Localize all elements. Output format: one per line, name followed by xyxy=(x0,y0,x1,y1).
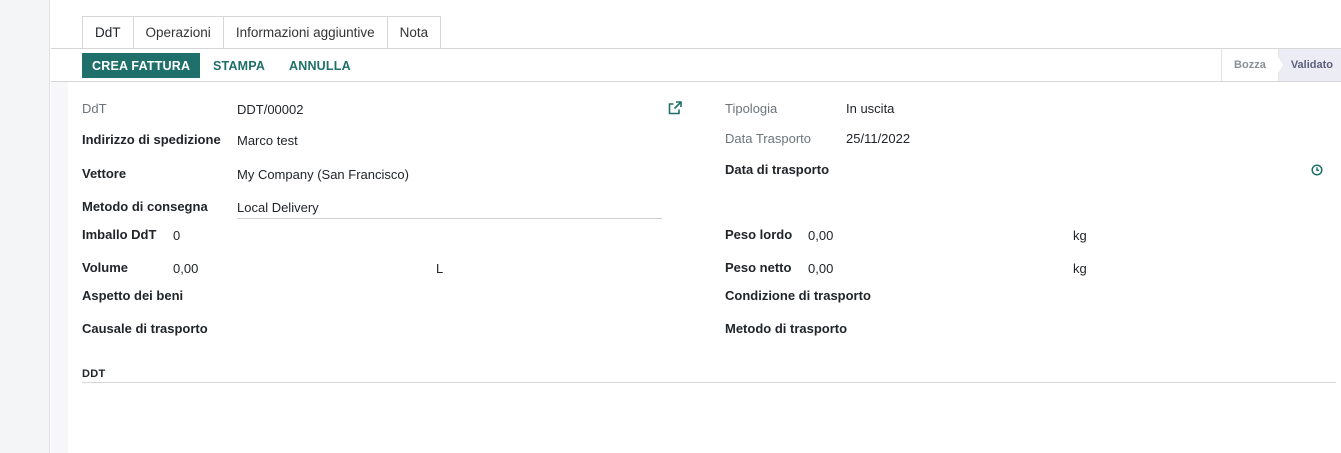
causale-trasporto-label: Causale di trasporto xyxy=(82,321,208,336)
peso-netto-value[interactable]: 0,00 xyxy=(808,261,833,276)
tab-operazioni[interactable]: Operazioni xyxy=(133,16,224,49)
status-arrow xyxy=(1273,49,1283,81)
peso-netto-unit: kg xyxy=(1073,261,1087,276)
tab-informazioni-aggiuntive[interactable]: Informazioni aggiuntive xyxy=(223,16,388,49)
vettore-value[interactable]: My Company (San Francisco) xyxy=(237,167,409,182)
peso-lordo-value[interactable]: 0,00 xyxy=(808,228,833,243)
peso-lordo-label: Peso lordo xyxy=(725,227,793,242)
clock-icon[interactable] xyxy=(1311,164,1323,176)
ddt-form: DdT DDT/00002 Indirizzo di spedizione Ma… xyxy=(68,82,1341,453)
data-trasporto-value: 25/11/2022 xyxy=(846,131,911,146)
page-gap xyxy=(51,82,68,453)
imballo-ddt-value[interactable]: 0 xyxy=(173,228,180,243)
metodo-trasporto-label: Metodo di trasporto xyxy=(725,321,848,336)
ddt-value: DDT/00002 xyxy=(237,102,304,117)
tab-bar: DdT Operazioni Informazioni aggiuntive N… xyxy=(82,16,442,49)
aspetto-beni-label: Aspetto dei beni xyxy=(82,288,184,303)
data-di-trasporto-label: Data di trasporto xyxy=(725,162,830,177)
action-toolbar: CREA FATTURA STAMPA ANNULLA Bozza Valida… xyxy=(51,49,1341,82)
volume-value[interactable]: 0,00 xyxy=(173,261,198,276)
status-bar: Bozza Validato xyxy=(1221,49,1341,81)
metodo-consegna-field[interactable]: Local Delivery xyxy=(237,200,319,215)
indirizzo-spedizione-label: Indirizzo di spedizione xyxy=(82,132,221,147)
annulla-button[interactable]: ANNULLA xyxy=(279,53,361,78)
ddt-label: DdT xyxy=(82,101,107,116)
left-gutter xyxy=(0,0,50,453)
tipologia-label: Tipologia xyxy=(725,101,778,116)
data-trasporto-label: Data Trasporto xyxy=(725,131,811,146)
metodo-consegna-label: Metodo di consegna xyxy=(82,199,208,214)
indirizzo-spedizione-value[interactable]: Marco test xyxy=(237,133,298,148)
section-divider xyxy=(82,382,1336,383)
vettore-label: Vettore xyxy=(82,166,127,181)
crea-fattura-button[interactable]: CREA FATTURA xyxy=(82,53,201,78)
imballo-ddt-label: Imballo DdT xyxy=(82,227,157,242)
condizione-trasporto-label: Condizione di trasporto xyxy=(725,288,871,303)
volume-unit: L xyxy=(436,261,444,276)
status-bozza[interactable]: Bozza xyxy=(1221,49,1278,81)
tipologia-value: In uscita xyxy=(846,101,895,116)
volume-label: Volume xyxy=(82,260,128,275)
tab-nota[interactable]: Nota xyxy=(387,16,442,49)
peso-netto-label: Peso netto xyxy=(725,260,792,275)
metodo-consegna-underline xyxy=(237,218,662,219)
external-link-icon[interactable] xyxy=(668,101,682,115)
status-validato[interactable]: Validato xyxy=(1277,49,1341,81)
stampa-button[interactable]: STAMPA xyxy=(203,53,275,78)
section-title-ddt: DDT xyxy=(82,368,106,380)
peso-lordo-unit: kg xyxy=(1073,228,1087,243)
tab-ddt[interactable]: DdT xyxy=(82,16,134,49)
